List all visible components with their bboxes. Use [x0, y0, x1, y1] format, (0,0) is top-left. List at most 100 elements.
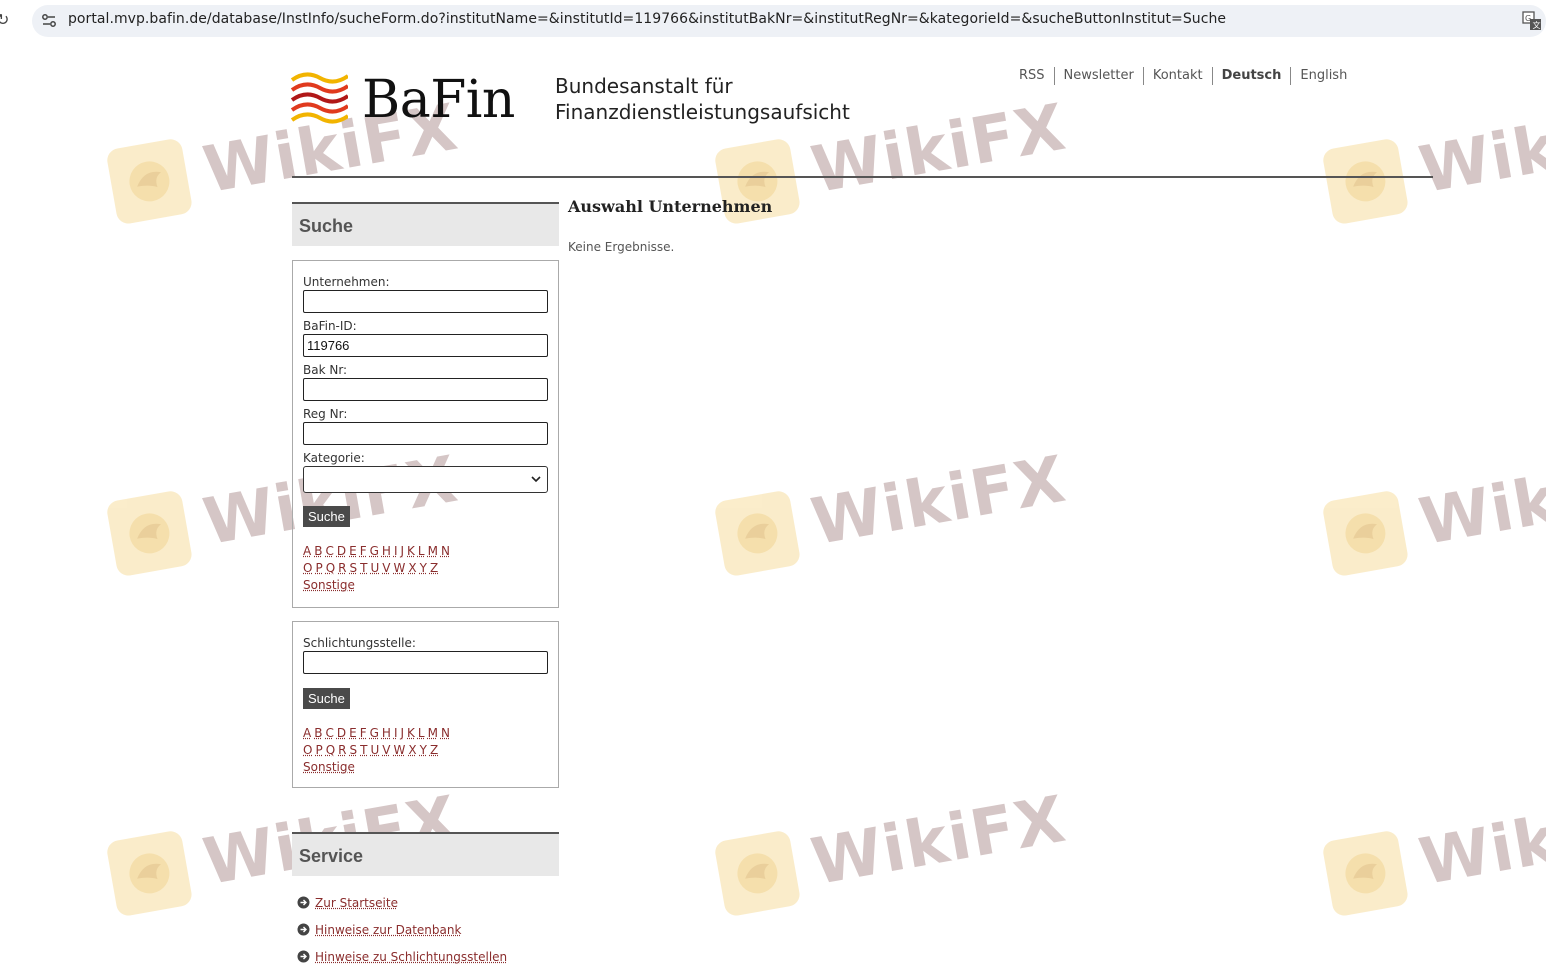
letter-link[interactable]: Q [326, 743, 335, 757]
site-info-icon[interactable] [40, 11, 58, 31]
letter-link[interactable]: L [418, 726, 425, 740]
arbitration-label: Schlichtungsstelle: [303, 635, 548, 651]
arrow-right-circle-icon [297, 950, 310, 963]
wikifx-eagle-icon [1321, 829, 1409, 917]
alphabet-index: ABCDEFGHIJKLMN OPQRSTUVWXYZ Sonstige [303, 725, 548, 776]
letter-link[interactable]: G [370, 726, 379, 740]
letter-link[interactable]: B [314, 726, 322, 740]
letter-link[interactable]: L [418, 544, 425, 558]
letter-link[interactable]: C [325, 544, 333, 558]
letter-link[interactable]: J [400, 726, 404, 740]
letter-link[interactable]: N [441, 726, 450, 740]
letter-link[interactable]: X [408, 743, 416, 757]
language-english-link[interactable]: English [1291, 67, 1356, 85]
letter-link[interactable]: H [382, 726, 391, 740]
letter-link[interactable]: S [350, 743, 358, 757]
letter-link[interactable]: Z [430, 561, 438, 575]
letter-link[interactable]: F [360, 726, 367, 740]
letter-link[interactable]: F [360, 544, 367, 558]
letter-link[interactable]: M [428, 544, 438, 558]
letter-link[interactable]: R [338, 561, 346, 575]
letter-link[interactable]: S [350, 561, 358, 575]
chevron-down-icon [530, 473, 542, 485]
letter-link[interactable]: Q [326, 561, 335, 575]
wikifx-eagle-icon [1321, 137, 1409, 225]
letter-link[interactable]: A [303, 726, 311, 740]
category-label: Kategorie: [303, 450, 548, 466]
letter-link[interactable]: D [337, 544, 346, 558]
search-heading: Suche [292, 202, 559, 246]
arbitration-search-button[interactable]: Suche [303, 688, 350, 709]
contact-link[interactable]: Kontakt [1144, 67, 1213, 85]
wikifx-eagle-icon [105, 137, 193, 225]
letter-link[interactable]: P [315, 561, 322, 575]
alphabet-index: ABCDEFGHIJKLMN OPQRSTUVWXYZ Sonstige [303, 543, 548, 594]
letter-link[interactable]: B [314, 544, 322, 558]
other-link[interactable]: Sonstige [303, 760, 355, 774]
wikifx-eagle-icon [105, 829, 193, 917]
no-results-message: Keine Ergebnisse. [568, 240, 674, 254]
company-input[interactable] [303, 290, 548, 313]
letter-link[interactable]: E [349, 544, 357, 558]
watermark: WikiFX [1321, 782, 1546, 918]
letter-link[interactable]: J [400, 544, 404, 558]
watermark: WikiFX [1321, 90, 1546, 226]
category-select[interactable] [303, 466, 548, 493]
bak-nr-input[interactable] [303, 378, 548, 401]
letter-link[interactable]: K [407, 726, 415, 740]
svg-text:G: G [1525, 14, 1531, 23]
other-link[interactable]: Sonstige [303, 578, 355, 592]
letter-link[interactable]: K [407, 544, 415, 558]
reg-nr-input[interactable] [303, 422, 548, 445]
letter-link[interactable]: E [349, 726, 357, 740]
letter-link[interactable]: A [303, 544, 311, 558]
reg-nr-label: Reg Nr: [303, 406, 548, 422]
letter-link[interactable]: T [360, 743, 367, 757]
letter-link[interactable]: W [393, 743, 405, 757]
letter-link[interactable]: V [382, 561, 390, 575]
letter-link[interactable]: U [370, 561, 379, 575]
language-german-link[interactable]: Deutsch [1213, 67, 1292, 85]
translate-icon[interactable]: G 文 [1522, 11, 1542, 31]
bafin-id-input[interactable] [303, 334, 548, 357]
letter-link[interactable]: I [394, 544, 398, 558]
letter-link[interactable]: R [338, 743, 346, 757]
arbitration-input[interactable] [303, 651, 548, 674]
letter-link[interactable]: H [382, 544, 391, 558]
letter-link[interactable]: U [370, 743, 379, 757]
letter-link[interactable]: P [315, 743, 322, 757]
letter-link[interactable]: W [393, 561, 405, 575]
service-link-arbitration-notes[interactable]: Hinweise zu Schlichtungsstellen [297, 943, 507, 970]
letter-link[interactable]: Z [430, 743, 438, 757]
letter-link[interactable]: N [441, 544, 450, 558]
letter-link[interactable]: D [337, 726, 346, 740]
arbitration-search-form: Schlichtungsstelle: Suche ABCDEFGHIJKLMN… [292, 621, 559, 788]
letter-link[interactable]: Y [420, 743, 427, 757]
wikifx-eagle-icon [1321, 489, 1409, 577]
url-text[interactable]: portal.mvp.bafin.de/database/InstInfo/su… [68, 11, 1226, 27]
alphabet-row-2: OPQRSTUVWXYZ [303, 742, 548, 759]
letter-link[interactable]: I [394, 726, 398, 740]
service-heading: Service [292, 832, 559, 876]
wikifx-eagle-icon [105, 489, 193, 577]
letter-link[interactable]: C [325, 726, 333, 740]
letter-link[interactable]: O [303, 743, 312, 757]
letter-link[interactable]: O [303, 561, 312, 575]
agency-name: Bundesanstalt für Finanzdienstleistungsa… [555, 73, 850, 125]
alphabet-row-3: Sonstige [303, 759, 548, 776]
watermark: WikiFX [713, 782, 1071, 918]
newsletter-link[interactable]: Newsletter [1055, 67, 1144, 85]
letter-link[interactable]: V [382, 743, 390, 757]
letter-link[interactable]: G [370, 544, 379, 558]
logo-text: BaFin [362, 70, 515, 130]
alphabet-row-3: Sonstige [303, 577, 548, 594]
service-link-database-notes[interactable]: Hinweise zur Datenbank [297, 916, 507, 943]
letter-link[interactable]: M [428, 726, 438, 740]
rss-link[interactable]: RSS [1010, 67, 1055, 85]
letter-link[interactable]: X [408, 561, 416, 575]
letter-link[interactable]: T [360, 561, 367, 575]
letter-link[interactable]: Y [420, 561, 427, 575]
company-search-button[interactable]: Suche [303, 506, 350, 527]
service-link-home[interactable]: Zur Startseite [297, 889, 507, 916]
reload-icon[interactable]: ↻ [0, 10, 14, 30]
